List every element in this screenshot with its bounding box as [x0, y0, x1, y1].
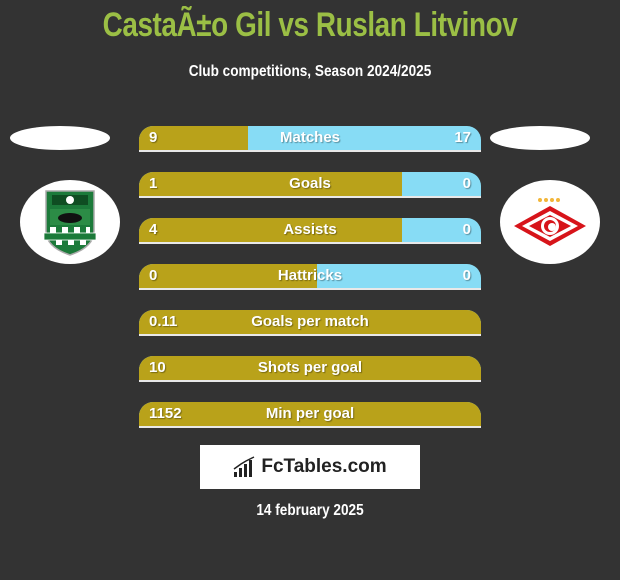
- left-player-oval: [10, 126, 110, 150]
- left-value: 0: [149, 267, 158, 284]
- stat-row-goals: Goals 1 0: [139, 172, 481, 198]
- spartak-crest-icon: [514, 198, 586, 246]
- stat-label: Hattricks: [277, 267, 343, 284]
- right-value: 0: [462, 267, 471, 284]
- right-team-logo[interactable]: [500, 180, 600, 264]
- stat-row-hattricks: Hattricks 0 0: [139, 264, 481, 290]
- stat-label: Shots per goal: [257, 359, 363, 376]
- fctables-brand[interactable]: FcTables.com: [200, 445, 420, 489]
- right-value: 17: [454, 129, 471, 146]
- competition-subtitle: Club competitions, Season 2024/2025: [188, 63, 432, 80]
- stat-label: Goals per match: [251, 313, 369, 330]
- left-team-logo[interactable]: [20, 180, 120, 264]
- brand-name: FcTables.com: [261, 456, 387, 477]
- right-value: 0: [462, 175, 471, 192]
- left-value: 9: [149, 129, 158, 146]
- stat-row-assists: Assists 4 0: [139, 218, 481, 244]
- stat-row-min-per-goal: Min per goal 1152: [139, 402, 481, 428]
- stat-label: Min per goal: [265, 405, 355, 422]
- right-value: 0: [462, 221, 471, 238]
- stat-row-goals-per-match: Goals per match 0.11: [139, 310, 481, 336]
- date-label: 14 february 2025: [256, 502, 364, 519]
- stat-row-matches: Matches 9 17: [139, 126, 481, 152]
- left-value: 0.11: [149, 313, 178, 330]
- bar-chart-icon: [233, 456, 255, 477]
- left-value: 1: [149, 175, 158, 192]
- krasnodar-crest-icon: [43, 190, 97, 256]
- right-player-oval: [490, 126, 590, 150]
- left-value: 1152: [149, 405, 182, 422]
- stat-label: Matches: [279, 129, 341, 146]
- stat-label: Goals: [289, 175, 331, 192]
- left-value: 4: [149, 221, 158, 238]
- stat-row-shots-per-goal: Shots per goal 10: [139, 356, 481, 382]
- stat-label: Assists: [283, 221, 337, 238]
- left-value: 10: [149, 359, 166, 376]
- page-title: CastaÃ±o Gil vs Ruslan Litvinov: [102, 6, 518, 44]
